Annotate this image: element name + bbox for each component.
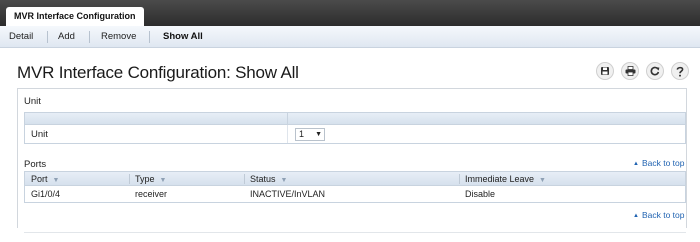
back-to-top-link-bottom[interactable]: ▲ Back to top xyxy=(633,210,684,220)
help-icon[interactable] xyxy=(671,62,689,80)
column-header-label: Status xyxy=(250,174,276,184)
chevron-down-icon: ▼ xyxy=(315,131,322,138)
column-header-type[interactable]: Type ▼ xyxy=(129,172,244,185)
cell-immediate-leave: Disable xyxy=(465,189,496,199)
column-header-label: Type xyxy=(135,174,155,184)
page-title: MVR Interface Configuration: Show All xyxy=(17,63,299,82)
content-panel xyxy=(17,88,687,228)
column-header-label: Immediate Leave xyxy=(465,174,535,184)
triangle-up-icon: ▲ xyxy=(633,161,639,167)
cell-type: receiver xyxy=(135,189,168,199)
unit-select[interactable]: 1 ▼ xyxy=(295,128,325,141)
subnav-divider xyxy=(89,31,90,43)
subnav-add[interactable]: Add xyxy=(58,26,75,48)
print-icon[interactable] xyxy=(621,62,639,80)
top-bar: MVR Interface Configuration xyxy=(0,0,700,26)
sort-icon: ▼ xyxy=(280,177,288,184)
sub-navigation: Detail Add Remove Show All xyxy=(0,26,700,48)
subnav-remove[interactable]: Remove xyxy=(101,26,136,48)
sort-icon: ▼ xyxy=(539,177,546,184)
sort-icon: ▼ xyxy=(159,177,167,184)
column-divider xyxy=(287,125,288,143)
subnav-detail[interactable]: Detail xyxy=(9,26,33,48)
ports-section-heading: Ports xyxy=(24,159,47,170)
sort-icon: ▼ xyxy=(52,177,60,184)
back-to-top-link[interactable]: ▲ Back to top xyxy=(633,158,684,168)
back-to-top-label: Back to top xyxy=(641,158,685,168)
table-header-row: Port ▼ Type ▼ Status ▼ Immediate Leave ▼ xyxy=(25,172,685,186)
column-header-label: Port xyxy=(31,174,48,184)
unit-header-band xyxy=(24,112,686,125)
column-header-status[interactable]: Status ▼ xyxy=(244,172,459,185)
column-header-port[interactable]: Port ▼ xyxy=(25,172,129,185)
column-divider xyxy=(287,113,288,124)
save-icon[interactable] xyxy=(596,62,614,80)
subnav-divider xyxy=(149,31,150,43)
triangle-up-icon: ▲ xyxy=(633,213,639,219)
unit-select-value: 1 xyxy=(299,129,305,139)
cell-status: INACTIVE/InVLAN xyxy=(250,189,326,199)
refresh-icon[interactable] xyxy=(646,62,664,80)
tab-mvr-interface-configuration[interactable]: MVR Interface Configuration xyxy=(6,7,144,26)
table-row[interactable]: Gi1/0/4 receiver INACTIVE/InVLAN Disable xyxy=(25,186,685,202)
subnav-show-all[interactable]: Show All xyxy=(163,26,203,48)
back-to-top-label: Back to top xyxy=(641,210,685,220)
divider xyxy=(24,232,686,233)
ports-table: Port ▼ Type ▼ Status ▼ Immediate Leave ▼ Gi1… xyxy=(24,171,686,203)
unit-row: Unit 1 ▼ xyxy=(24,125,686,144)
subnav-divider xyxy=(47,31,48,43)
column-header-immediate-leave[interactable]: Immediate Leave ▼ xyxy=(459,172,685,185)
unit-field-label: Unit xyxy=(31,129,48,140)
unit-section-heading: Unit xyxy=(24,96,41,107)
cell-port: Gi1/0/4 xyxy=(31,189,61,199)
